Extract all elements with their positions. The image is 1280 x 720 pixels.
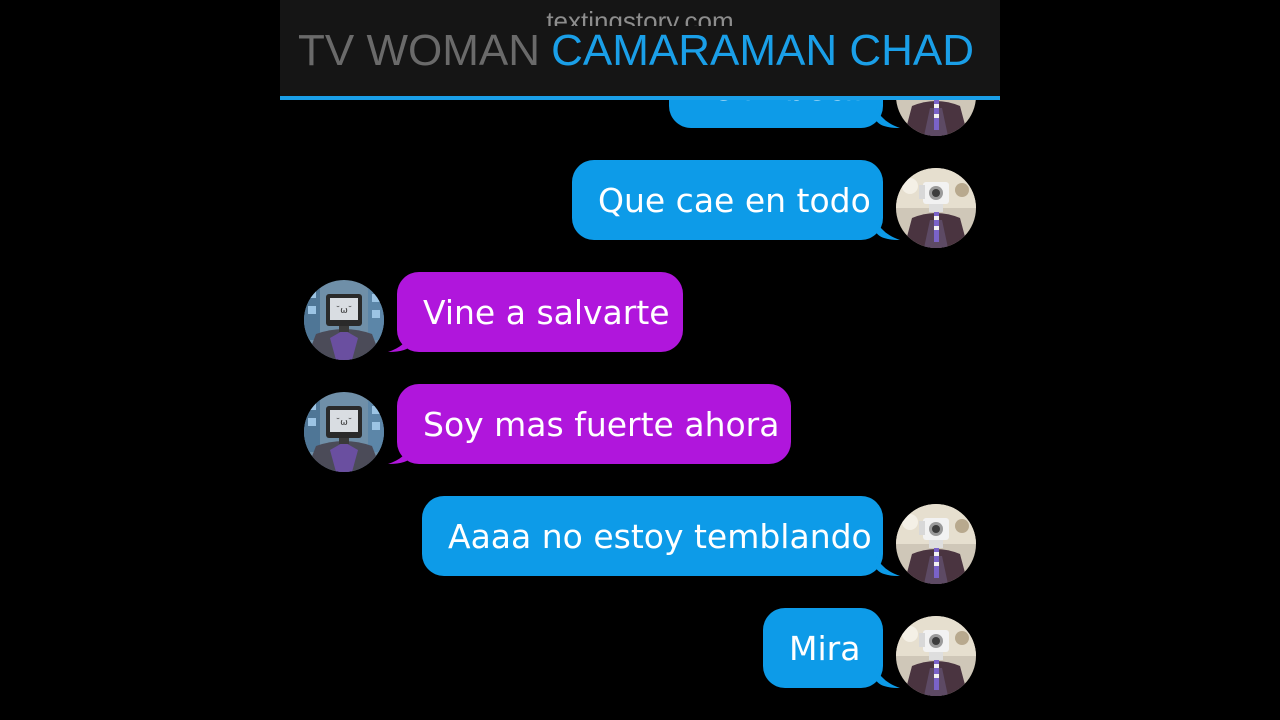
- bubble-tail: [876, 668, 900, 688]
- message-text: Aaaa no estoy temblando: [448, 516, 872, 556]
- contact-name-left: TV WOMAN: [298, 26, 540, 75]
- message-bubble: Aaaa no estoy temblando: [422, 496, 883, 576]
- message-4: Aaaa no estoy temblando: [280, 496, 1000, 584]
- cameraman-avatar: [896, 616, 976, 696]
- message-bubble: Mira: [763, 608, 883, 688]
- message-bubble: Que cae en todo: [572, 160, 883, 240]
- message-text: Soy mas fuerte ahora: [423, 404, 780, 444]
- message-1: Que cae en todo: [280, 160, 1000, 248]
- message-list: Es imbécil Que cae en todo: [280, 0, 1000, 720]
- chat-screen: Es imbécil Que cae en todo: [280, 0, 1000, 720]
- contact-name-right: CAMARAMAN CHAD: [547, 26, 974, 76]
- bubble-tail: [876, 556, 900, 576]
- bubble-tail: [876, 108, 900, 128]
- cameraman-avatar: [896, 168, 976, 248]
- message-bubble: Vine a salvarte: [397, 272, 683, 352]
- message-2: Vine a salvarte: [280, 272, 1000, 360]
- cameraman-avatar: [896, 504, 976, 584]
- tv-woman-avatar: [304, 280, 384, 360]
- message-bubble: Soy mas fuerte ahora: [397, 384, 791, 464]
- chat-header: textingstory.com TV WOMAN CAMARAMAN CHAD: [280, 0, 1000, 100]
- bubble-tail: [876, 220, 900, 240]
- message-5: Mira: [280, 608, 1000, 696]
- message-text: Que cae en todo: [598, 180, 871, 220]
- message-3: Soy mas fuerte ahora: [280, 384, 1000, 472]
- message-text: Vine a salvarte: [423, 292, 670, 332]
- message-text: Mira: [789, 628, 861, 668]
- tv-woman-avatar: [304, 392, 384, 472]
